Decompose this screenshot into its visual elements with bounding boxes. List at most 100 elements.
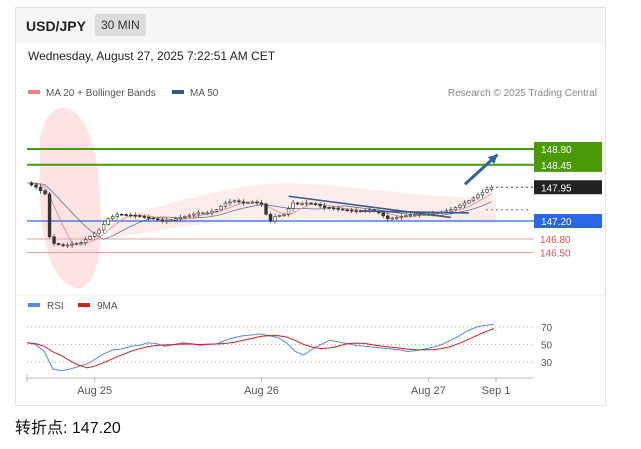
candle-body	[83, 239, 88, 243]
candle-body	[250, 201, 255, 204]
candle-body	[485, 189, 489, 193]
candle-body	[259, 202, 264, 205]
candle-body	[336, 208, 340, 210]
candle-body	[156, 218, 160, 221]
candle-body	[61, 244, 65, 247]
level-label-147.95: 147.95	[541, 183, 572, 194]
candle-body	[169, 219, 174, 222]
candle-body	[381, 212, 385, 217]
candle-body	[322, 205, 327, 208]
level-label-146.50: 146.50	[540, 249, 571, 260]
candle-body	[476, 194, 480, 199]
candle-body	[471, 197, 476, 202]
candle-body	[133, 214, 137, 217]
candle-body	[88, 236, 92, 240]
candle-body	[404, 215, 408, 217]
candle-body	[43, 190, 47, 195]
candle-body	[390, 217, 394, 220]
bollinger-band-body	[111, 183, 496, 238]
candle-body	[291, 202, 295, 209]
candle-body	[38, 186, 43, 191]
x-tick-label-Sep-1: Sep 1	[482, 385, 511, 397]
candle-body	[34, 184, 38, 188]
candle-body	[106, 218, 110, 225]
chart-canvas: 148.80148.45147.95147.20146.80146.50148.…	[16, 107, 605, 397]
candle-body	[300, 203, 304, 205]
candle-body	[178, 217, 183, 220]
candle-body	[327, 207, 331, 209]
rsi-line	[26, 323, 495, 372]
resistance-label-148.80: 148.80	[541, 145, 572, 156]
candle-body	[399, 216, 403, 218]
candle-body	[408, 214, 413, 217]
candle-body	[232, 200, 237, 203]
candle-body	[124, 214, 128, 216]
x-tick-label-Aug-25: Aug 25	[77, 385, 112, 397]
candle-body	[47, 193, 52, 238]
candle-body	[65, 244, 70, 247]
rsi-level-label-50: 50	[541, 341, 553, 352]
x-tick-label-Aug-27: Aug 27	[411, 385, 446, 397]
candle-body	[92, 232, 97, 237]
candle-body	[160, 219, 164, 222]
candle-body	[354, 210, 358, 212]
candle-body	[309, 202, 313, 205]
candle-body	[110, 216, 115, 220]
candle-body	[205, 212, 210, 215]
candle-body	[277, 215, 282, 217]
candle-body	[151, 217, 155, 220]
candle-body	[138, 215, 142, 217]
candle-body	[201, 212, 205, 215]
candle-body	[142, 216, 146, 218]
rsi-ma-legend-swatch	[78, 303, 90, 307]
candle-body	[70, 243, 74, 246]
rsi-legend-swatch	[28, 303, 40, 307]
pivot-footer: 转折点: 147.20	[15, 420, 121, 437]
candle-body	[241, 201, 246, 204]
candle-body	[187, 214, 192, 217]
rsi-level-label-30: 30	[541, 358, 553, 369]
candle-body	[196, 212, 201, 215]
candle-body	[29, 182, 34, 186]
candle-body	[295, 202, 300, 205]
rsi-legend-label: RSI	[47, 301, 64, 312]
x-tick-label-Aug-26: Aug 26	[244, 385, 279, 397]
candle-body	[480, 191, 485, 196]
candle-body	[147, 216, 151, 219]
candle-body	[210, 211, 214, 214]
chart-card: USD/JPY 30 MIN Wednesday, August 27, 202…	[15, 7, 606, 406]
candle-body	[74, 243, 79, 245]
candle-body	[219, 206, 223, 211]
candle-body	[286, 208, 291, 215]
candle-body	[129, 214, 133, 217]
resistance-label-148.45: 148.45	[541, 161, 572, 172]
candle-body	[223, 202, 228, 207]
candle-body	[101, 224, 106, 231]
candle-body	[458, 204, 462, 208]
candle-body	[268, 213, 273, 222]
candle-body	[313, 203, 318, 205]
candle-body	[340, 208, 345, 211]
candle-body	[304, 202, 309, 205]
candle-body	[331, 207, 336, 210]
candle-body	[246, 202, 250, 204]
level-label-146.80: 146.80	[540, 235, 571, 246]
candle-body	[273, 216, 277, 222]
level-label-147.20: 147.20	[541, 217, 572, 228]
rsi-ma-legend-label: 9MA	[97, 301, 118, 312]
candle-body	[282, 213, 286, 216]
candle-body	[183, 215, 187, 218]
candle-body	[214, 209, 219, 212]
candle-body	[462, 202, 467, 206]
candle-body	[349, 209, 354, 212]
candle-body	[386, 215, 390, 220]
candle-body	[413, 213, 417, 216]
candle-body	[97, 229, 101, 234]
candle-body	[318, 204, 322, 207]
candle-body	[417, 213, 422, 216]
candle-body	[228, 201, 232, 204]
candle-body	[79, 242, 83, 244]
candle-body	[449, 209, 453, 212]
candle-body	[264, 203, 268, 215]
candle-body	[192, 213, 196, 216]
